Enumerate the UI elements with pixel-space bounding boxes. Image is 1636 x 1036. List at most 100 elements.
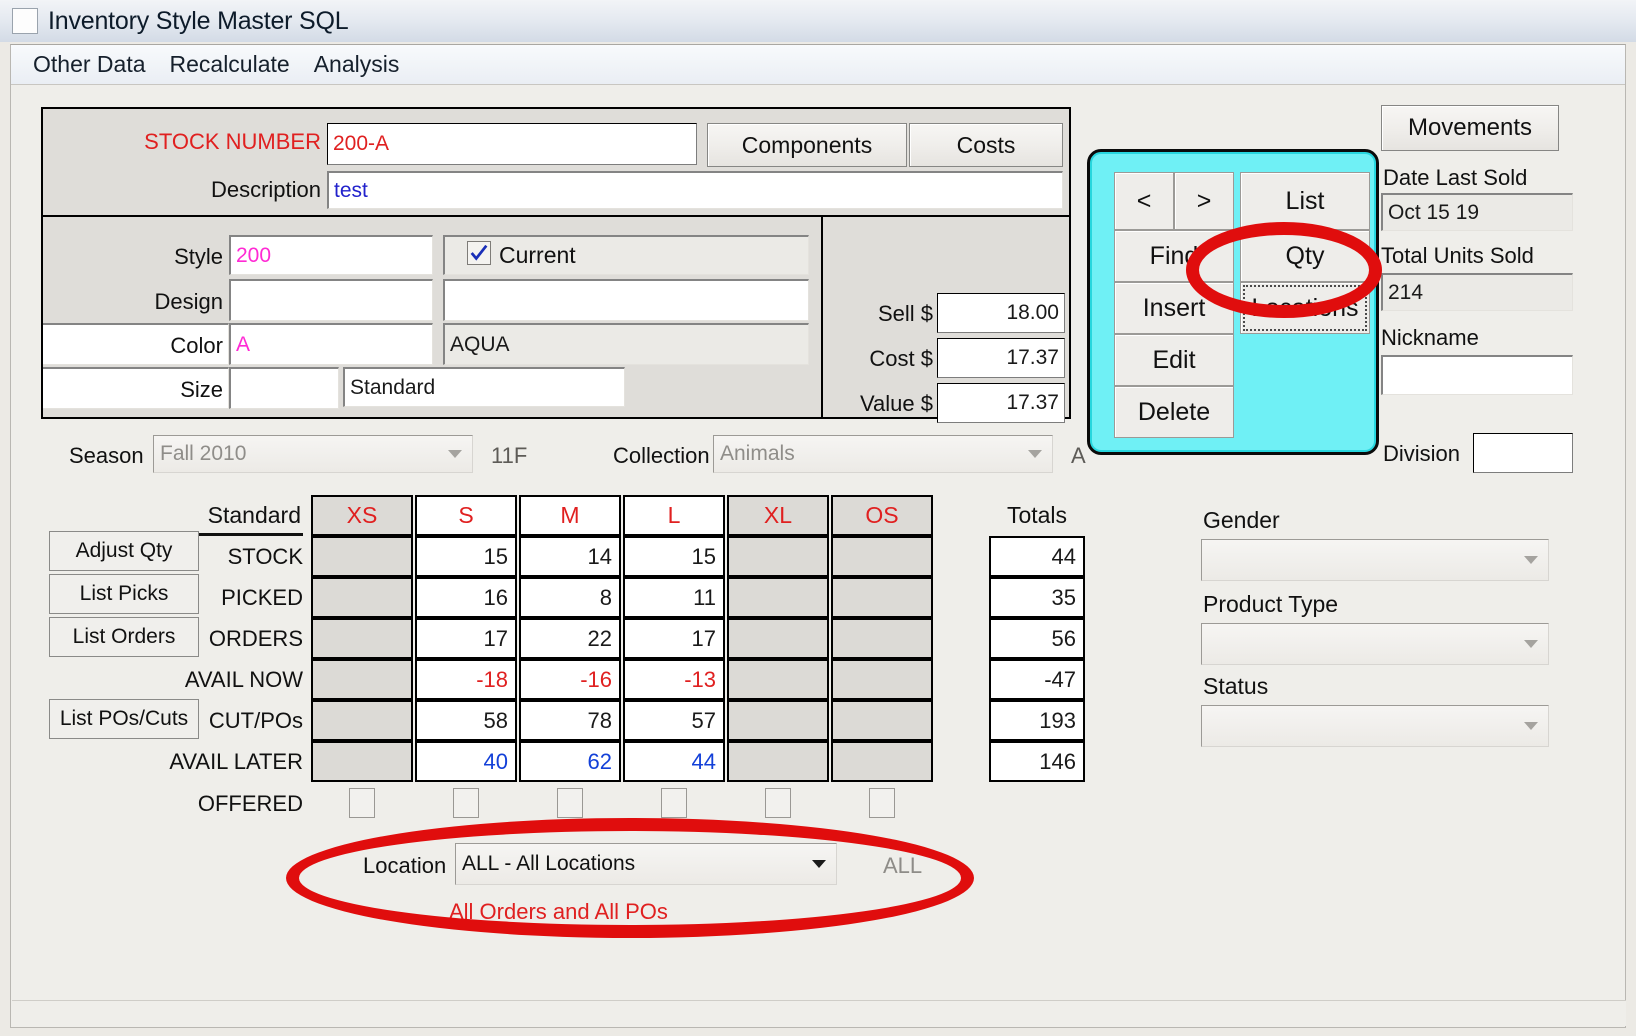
grid-cell-cut-pos-m[interactable]: 78 [519, 700, 621, 741]
color-input[interactable]: A [229, 323, 433, 365]
grid-cell-avail-later-m[interactable]: 62 [519, 741, 621, 782]
description-input[interactable]: test [327, 171, 1063, 209]
gender-label: Gender [1203, 507, 1280, 533]
side-button-adjust-qty[interactable]: Adjust Qty [49, 531, 199, 571]
grid-cell-picked-l[interactable]: 11 [623, 577, 725, 618]
chevron-down-icon [1524, 556, 1538, 564]
grid-cell-cut-pos-l[interactable]: 57 [623, 700, 725, 741]
cost-price-input[interactable]: 17.37 [937, 338, 1065, 378]
sell-price-input[interactable]: 18.00 [937, 293, 1065, 333]
gender-select[interactable] [1201, 539, 1549, 581]
grid-total-orders: 56 [989, 618, 1085, 659]
stock-header-group: STOCK NUMBER 200-A Components Costs Desc… [41, 107, 1071, 423]
menu-item-other-data[interactable]: Other Data [33, 51, 146, 78]
grid-cell-stock-l[interactable]: 15 [623, 536, 725, 577]
season-label: Season [69, 443, 144, 468]
style-input[interactable]: 200 [229, 235, 433, 275]
division-input[interactable] [1473, 433, 1573, 473]
stock-number-label: STOCK NUMBER [144, 129, 321, 154]
grid-cell-stock-s[interactable]: 15 [415, 536, 517, 577]
grid-column-header-xs: XS [311, 495, 413, 536]
offered-checkbox-s[interactable] [453, 788, 479, 818]
sell-price-label: Sell $ [877, 301, 933, 326]
locations-button[interactable]: Locations [1240, 282, 1370, 334]
grid-row-label-offered: OFFERED [197, 791, 303, 816]
side-button-list-picks[interactable]: List Picks [49, 574, 199, 614]
menu-item-analysis[interactable]: Analysis [314, 51, 400, 78]
grid-row-label-avail-now: AVAIL NOW [184, 666, 303, 692]
grid-column-header-s: S [415, 495, 517, 536]
grid-cell-picked-s[interactable]: 16 [415, 577, 517, 618]
offered-checkbox-l[interactable] [661, 788, 687, 818]
season-select[interactable]: Fall 2010 [153, 435, 473, 473]
grid-cell-stock-m[interactable]: 14 [519, 536, 621, 577]
window-control-checkbox[interactable] [12, 8, 38, 34]
date-last-sold-value: Oct 15 19 [1381, 193, 1573, 231]
grid-cell-avail-later-xs [311, 741, 413, 782]
size-label: Size [180, 377, 223, 402]
grid-cell-avail-later-xl [727, 741, 829, 782]
grid-row-label-avail-later: AVAIL LATER [169, 748, 303, 774]
grid-cell-cut-pos-xl [727, 700, 829, 741]
chevron-down-icon [1524, 640, 1538, 648]
location-code: ALL [883, 853, 923, 878]
grid-total-stock: 44 [989, 536, 1085, 577]
chevron-down-icon [1524, 722, 1538, 730]
collection-select[interactable]: Animals [713, 435, 1053, 473]
grid-cell-avail-now-m[interactable]: -16 [519, 659, 621, 700]
grid-cell-avail-later-s[interactable]: 40 [415, 741, 517, 782]
side-button-list-pos-cuts[interactable]: List POs/Cuts [49, 699, 199, 739]
collection-label: Collection [613, 443, 710, 468]
status-bar [12, 1000, 1626, 1026]
stock-number-input[interactable]: 200-A [327, 123, 697, 165]
grid-cell-orders-l[interactable]: 17 [623, 618, 725, 659]
grid-cell-avail-later-l[interactable]: 44 [623, 741, 725, 782]
size-description: Standard [343, 367, 625, 407]
grid-column-header-os: OS [831, 495, 933, 536]
collection-select-value: Animals [720, 442, 795, 465]
grid-total-avail-later: 146 [989, 741, 1085, 782]
status-label: Status [1203, 673, 1269, 699]
grid-cell-orders-m[interactable]: 22 [519, 618, 621, 659]
grid-cell-picked-m[interactable]: 8 [519, 577, 621, 618]
product-type-select[interactable] [1201, 623, 1549, 665]
offered-checkbox-os[interactable] [869, 788, 895, 818]
window-title: Inventory Style Master SQL [48, 6, 349, 35]
style-label: Style [174, 244, 223, 269]
qty-button[interactable]: Qty [1240, 230, 1370, 282]
movements-button[interactable]: Movements [1381, 105, 1559, 151]
current-checkbox[interactable] [467, 241, 491, 265]
value-price-input[interactable]: 17.37 [937, 383, 1065, 423]
list-button[interactable]: List [1240, 172, 1370, 230]
grid-cell-cut-pos-os [831, 700, 933, 741]
side-button-list-orders[interactable]: List Orders [49, 617, 199, 657]
previous-record-button[interactable]: < [1114, 172, 1174, 230]
insert-button[interactable]: Insert [1114, 282, 1234, 334]
grid-cell-orders-s[interactable]: 17 [415, 618, 517, 659]
menu-item-recalculate[interactable]: Recalculate [170, 51, 290, 78]
grid-cell-avail-now-s[interactable]: -18 [415, 659, 517, 700]
total-units-sold-value: 214 [1381, 273, 1573, 311]
location-select[interactable]: ALL - All Locations [455, 843, 837, 885]
components-button[interactable]: Components [707, 123, 907, 167]
status-select[interactable] [1201, 705, 1549, 747]
size-input[interactable] [229, 367, 339, 409]
division-label: Division [1383, 441, 1461, 466]
offered-checkbox-m[interactable] [557, 788, 583, 818]
grid-column-header-l: L [623, 495, 725, 536]
find-button[interactable]: Find [1114, 230, 1234, 282]
cost-price-label: Cost $ [869, 346, 933, 371]
product-type-label: Product Type [1203, 591, 1339, 617]
nickname-input[interactable] [1381, 355, 1573, 395]
offered-checkbox-xl[interactable] [765, 788, 791, 818]
design-input[interactable] [229, 279, 433, 321]
costs-button[interactable]: Costs [909, 123, 1063, 167]
delete-button[interactable]: Delete [1114, 386, 1234, 438]
grid-cell-picked-xl [727, 577, 829, 618]
edit-button[interactable]: Edit [1114, 334, 1234, 386]
grid-cell-stock-xs [311, 536, 413, 577]
grid-cell-cut-pos-s[interactable]: 58 [415, 700, 517, 741]
offered-checkbox-xs[interactable] [349, 788, 375, 818]
next-record-button[interactable]: > [1174, 172, 1234, 230]
grid-cell-avail-now-l[interactable]: -13 [623, 659, 725, 700]
